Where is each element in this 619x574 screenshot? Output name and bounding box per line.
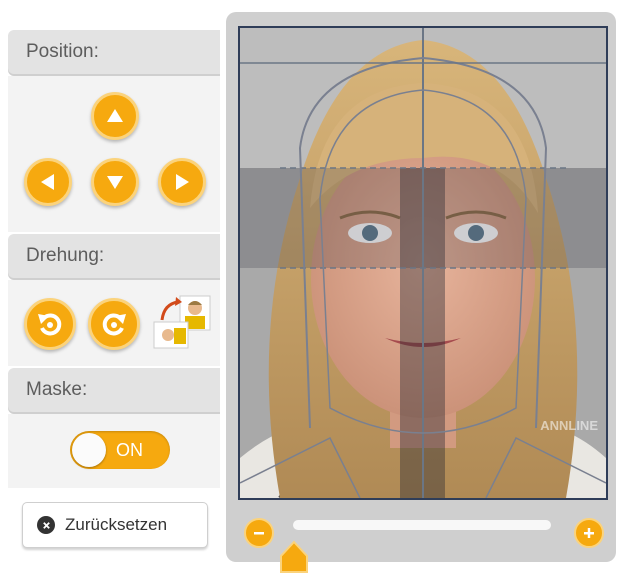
mask-header: Maske:	[8, 368, 220, 412]
watermark-text: ANNLINE	[540, 418, 598, 433]
toggle-label: ON	[116, 440, 143, 460]
position-title: Position:	[26, 41, 99, 62]
move-right-button[interactable]	[158, 158, 206, 206]
rotate-left-icon	[38, 313, 62, 336]
zoom-out-button[interactable]	[244, 518, 274, 548]
arrow-right-icon	[176, 174, 189, 190]
zoom-slider-track[interactable]	[293, 520, 551, 530]
rotate-left-button[interactable]	[24, 298, 76, 350]
toggle-knob	[72, 433, 106, 467]
arrow-left-icon	[41, 174, 54, 190]
portrait-photo[interactable]: ANNLINE	[238, 26, 608, 500]
close-circle-icon	[37, 516, 55, 534]
reset-label: Zurücksetzen	[65, 515, 168, 534]
arrow-up-icon	[107, 109, 123, 122]
rotate-right-icon	[102, 313, 126, 336]
arrow-down-icon	[107, 176, 123, 189]
move-left-button[interactable]	[24, 158, 72, 206]
mask-toggle[interactable]: ON	[70, 431, 170, 469]
mask-title: Maske:	[26, 379, 88, 400]
zoom-slider-handle[interactable]	[279, 540, 309, 574]
zoom-in-button[interactable]	[574, 518, 604, 548]
move-up-button[interactable]	[91, 92, 139, 140]
position-header: Position:	[8, 30, 220, 74]
reset-button[interactable]: Zurücksetzen	[22, 502, 208, 548]
rotation-header: Drehung:	[8, 234, 220, 278]
rotate-right-button[interactable]	[88, 298, 140, 350]
photo-editor-panel: Position: Drehung: Maske: ON Zurücksetze…	[0, 0, 619, 574]
rotation-title: Drehung:	[26, 245, 105, 266]
swap-orientation-icon[interactable]	[152, 292, 216, 354]
plus-icon	[584, 528, 594, 538]
move-down-button[interactable]	[91, 158, 139, 206]
minus-icon	[254, 532, 264, 535]
